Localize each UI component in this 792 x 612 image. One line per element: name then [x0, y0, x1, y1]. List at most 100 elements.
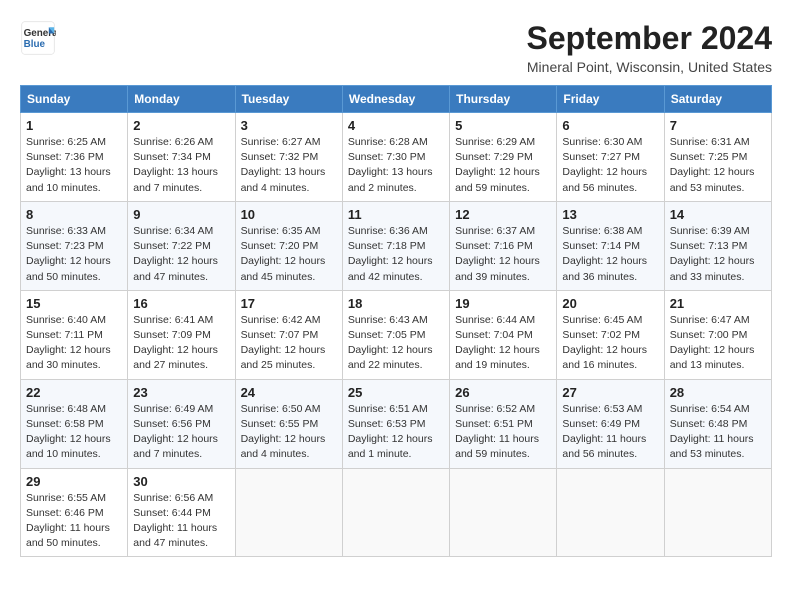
day-of-week-header: Thursday — [450, 86, 557, 113]
day-number: 7 — [670, 118, 766, 133]
days-of-week-row: SundayMondayTuesdayWednesdayThursdayFrid… — [21, 86, 772, 113]
day-number: 24 — [241, 385, 337, 400]
calendar-body: 1 Sunrise: 6:25 AMSunset: 7:36 PMDaylight… — [21, 113, 772, 557]
page-subtitle: Mineral Point, Wisconsin, United States — [527, 59, 772, 75]
day-info: Sunrise: 6:55 AMSunset: 6:46 PMDaylight:… — [26, 491, 122, 552]
day-of-week-header: Sunday — [21, 86, 128, 113]
day-info: Sunrise: 6:25 AMSunset: 7:36 PMDaylight:… — [26, 135, 122, 196]
day-info: Sunrise: 6:26 AMSunset: 7:34 PMDaylight:… — [133, 135, 229, 196]
logo: General Blue — [20, 20, 56, 56]
day-number: 21 — [670, 296, 766, 311]
day-number: 5 — [455, 118, 551, 133]
calendar-day-cell: 15 Sunrise: 6:40 AMSunset: 7:11 PMDayligh… — [21, 290, 128, 379]
day-info: Sunrise: 6:40 AMSunset: 7:11 PMDaylight:… — [26, 313, 122, 374]
day-number: 13 — [562, 207, 658, 222]
day-number: 17 — [241, 296, 337, 311]
day-number: 28 — [670, 385, 766, 400]
calendar-day-cell — [664, 468, 771, 557]
calendar-day-cell: 10 Sunrise: 6:35 AMSunset: 7:20 PMDayligh… — [235, 201, 342, 290]
day-info: Sunrise: 6:54 AMSunset: 6:48 PMDaylight:… — [670, 402, 766, 463]
day-info: Sunrise: 6:30 AMSunset: 7:27 PMDaylight:… — [562, 135, 658, 196]
calendar-day-cell — [235, 468, 342, 557]
calendar-day-cell: 14Sunrise: 6:39 AMSunset: 7:13 PMDayligh… — [664, 201, 771, 290]
day-number: 14 — [670, 207, 766, 222]
day-of-week-header: Saturday — [664, 86, 771, 113]
calendar-day-cell: 12 Sunrise: 6:37 AMSunset: 7:16 PMDayligh… — [450, 201, 557, 290]
calendar-day-cell: 16Sunrise: 6:41 AMSunset: 7:09 PMDayligh… — [128, 290, 235, 379]
calendar-day-cell — [342, 468, 449, 557]
calendar-week-row: 8Sunrise: 6:33 AMSunset: 7:23 PMDaylight… — [21, 201, 772, 290]
day-number: 20 — [562, 296, 658, 311]
day-number: 6 — [562, 118, 658, 133]
day-info: Sunrise: 6:50 AMSunset: 6:55 PMDaylight:… — [241, 402, 337, 463]
calendar-day-cell: 30 Sunrise: 6:56 AMSunset: 6:44 PMDayligh… — [128, 468, 235, 557]
calendar-week-row: 22Sunrise: 6:48 AMSunset: 6:58 PMDayligh… — [21, 379, 772, 468]
day-info: Sunrise: 6:47 AMSunset: 7:00 PMDaylight:… — [670, 313, 766, 374]
calendar-day-cell: 18 Sunrise: 6:43 AMSunset: 7:05 PMDayligh… — [342, 290, 449, 379]
day-info: Sunrise: 6:34 AMSunset: 7:22 PMDaylight:… — [133, 224, 229, 285]
calendar-day-cell: 21 Sunrise: 6:47 AMSunset: 7:00 PMDayligh… — [664, 290, 771, 379]
day-of-week-header: Friday — [557, 86, 664, 113]
calendar-day-cell: 23 Sunrise: 6:49 AMSunset: 6:56 PMDayligh… — [128, 379, 235, 468]
calendar-day-cell: 7 Sunrise: 6:31 AMSunset: 7:25 PMDaylight… — [664, 113, 771, 202]
calendar-day-cell: 2 Sunrise: 6:26 AMSunset: 7:34 PMDaylight… — [128, 113, 235, 202]
day-info: Sunrise: 6:42 AMSunset: 7:07 PMDaylight:… — [241, 313, 337, 374]
calendar-day-cell — [450, 468, 557, 557]
calendar-week-row: 29Sunrise: 6:55 AMSunset: 6:46 PMDayligh… — [21, 468, 772, 557]
calendar-day-cell: 29Sunrise: 6:55 AMSunset: 6:46 PMDayligh… — [21, 468, 128, 557]
day-of-week-header: Wednesday — [342, 86, 449, 113]
calendar-day-cell: 25 Sunrise: 6:51 AMSunset: 6:53 PMDayligh… — [342, 379, 449, 468]
calendar-day-cell: 1 Sunrise: 6:25 AMSunset: 7:36 PMDaylight… — [21, 113, 128, 202]
day-info: Sunrise: 6:37 AMSunset: 7:16 PMDaylight:… — [455, 224, 551, 285]
day-number: 18 — [348, 296, 444, 311]
day-number: 19 — [455, 296, 551, 311]
calendar-day-cell: 22Sunrise: 6:48 AMSunset: 6:58 PMDayligh… — [21, 379, 128, 468]
day-number: 1 — [26, 118, 122, 133]
calendar-day-cell: 19 Sunrise: 6:44 AMSunset: 7:04 PMDayligh… — [450, 290, 557, 379]
day-number: 23 — [133, 385, 229, 400]
day-number: 30 — [133, 474, 229, 489]
calendar-day-cell: 24 Sunrise: 6:50 AMSunset: 6:55 PMDayligh… — [235, 379, 342, 468]
calendar-day-cell: 26Sunrise: 6:52 AMSunset: 6:51 PMDayligh… — [450, 379, 557, 468]
day-number: 3 — [241, 118, 337, 133]
day-info: Sunrise: 6:56 AMSunset: 6:44 PMDaylight:… — [133, 491, 229, 552]
calendar-table: SundayMondayTuesdayWednesdayThursdayFrid… — [20, 85, 772, 557]
calendar-day-cell — [557, 468, 664, 557]
calendar-day-cell: 28 Sunrise: 6:54 AMSunset: 6:48 PMDayligh… — [664, 379, 771, 468]
calendar-day-cell: 3 Sunrise: 6:27 AMSunset: 7:32 PMDaylight… — [235, 113, 342, 202]
day-info: Sunrise: 6:43 AMSunset: 7:05 PMDaylight:… — [348, 313, 444, 374]
calendar-day-cell: 8Sunrise: 6:33 AMSunset: 7:23 PMDaylight… — [21, 201, 128, 290]
calendar-day-cell: 13 Sunrise: 6:38 AMSunset: 7:14 PMDayligh… — [557, 201, 664, 290]
day-info: Sunrise: 6:33 AMSunset: 7:23 PMDaylight:… — [26, 224, 122, 285]
title-area: September 2024 Mineral Point, Wisconsin,… — [527, 20, 772, 75]
day-info: Sunrise: 6:53 AMSunset: 6:49 PMDaylight:… — [562, 402, 658, 463]
day-info: Sunrise: 6:49 AMSunset: 6:56 PMDaylight:… — [133, 402, 229, 463]
day-info: Sunrise: 6:35 AMSunset: 7:20 PMDaylight:… — [241, 224, 337, 285]
day-number: 12 — [455, 207, 551, 222]
page-header: General Blue September 2024 Mineral Poin… — [20, 20, 772, 75]
day-info: Sunrise: 6:27 AMSunset: 7:32 PMDaylight:… — [241, 135, 337, 196]
calendar-day-cell: 9 Sunrise: 6:34 AMSunset: 7:22 PMDaylight… — [128, 201, 235, 290]
day-number: 27 — [562, 385, 658, 400]
day-number: 25 — [348, 385, 444, 400]
day-number: 26 — [455, 385, 551, 400]
calendar-day-cell: 11Sunrise: 6:36 AMSunset: 7:18 PMDayligh… — [342, 201, 449, 290]
day-info: Sunrise: 6:29 AMSunset: 7:29 PMDaylight:… — [455, 135, 551, 196]
calendar-day-cell: 5 Sunrise: 6:29 AMSunset: 7:29 PMDaylight… — [450, 113, 557, 202]
day-number: 10 — [241, 207, 337, 222]
day-number: 15 — [26, 296, 122, 311]
day-info: Sunrise: 6:38 AMSunset: 7:14 PMDaylight:… — [562, 224, 658, 285]
day-info: Sunrise: 6:48 AMSunset: 6:58 PMDaylight:… — [26, 402, 122, 463]
day-info: Sunrise: 6:44 AMSunset: 7:04 PMDaylight:… — [455, 313, 551, 374]
calendar-day-cell: 17 Sunrise: 6:42 AMSunset: 7:07 PMDayligh… — [235, 290, 342, 379]
page-title: September 2024 — [527, 20, 772, 57]
day-info: Sunrise: 6:41 AMSunset: 7:09 PMDaylight:… — [133, 313, 229, 374]
logo-icon: General Blue — [20, 20, 56, 56]
day-number: 4 — [348, 118, 444, 133]
day-number: 9 — [133, 207, 229, 222]
calendar-header: SundayMondayTuesdayWednesdayThursdayFrid… — [21, 86, 772, 113]
day-info: Sunrise: 6:31 AMSunset: 7:25 PMDaylight:… — [670, 135, 766, 196]
day-info: Sunrise: 6:51 AMSunset: 6:53 PMDaylight:… — [348, 402, 444, 463]
calendar-week-row: 1 Sunrise: 6:25 AMSunset: 7:36 PMDaylight… — [21, 113, 772, 202]
day-number: 2 — [133, 118, 229, 133]
